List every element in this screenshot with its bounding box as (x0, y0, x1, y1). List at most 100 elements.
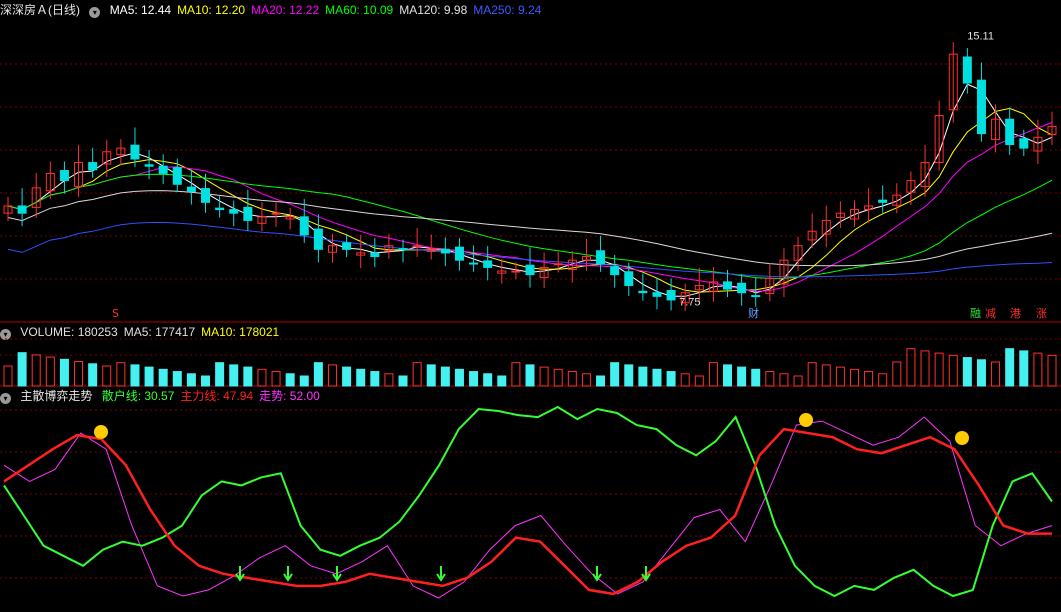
volume-bar (680, 373, 690, 387)
candle-body (962, 56, 972, 84)
volume-bar (581, 373, 591, 387)
event-marker: 港 (1010, 307, 1021, 320)
volume-bar (3, 365, 13, 387)
retail-line (3, 405, 1053, 598)
volume-bar (313, 362, 323, 387)
volume-bar (215, 362, 225, 387)
volume-bar (243, 366, 253, 387)
down-arrow-icon (436, 566, 446, 582)
candle-body (624, 271, 634, 286)
sad-face-icon (955, 431, 969, 445)
volume-bar (821, 364, 831, 387)
candle-body (144, 164, 154, 167)
volume-bar (59, 358, 69, 387)
candle-body (59, 170, 69, 182)
candle-body (172, 167, 182, 185)
volume-bar (906, 348, 916, 387)
volume-bar (412, 362, 422, 387)
volume-bar (469, 371, 479, 387)
volume-bar (765, 371, 775, 387)
stock-chart[interactable]: 15.11 7.75 S 财 融减 港 涨 (0, 0, 1061, 612)
candle-body (737, 282, 747, 294)
volume-bar (948, 354, 958, 387)
volume-bar (807, 362, 817, 387)
candle-body (201, 188, 211, 203)
volume-bar (1019, 350, 1029, 387)
volume-bar (737, 366, 747, 387)
candle-body (1005, 118, 1015, 146)
volume-bar (849, 368, 859, 387)
low-price-label: 7.75 (679, 297, 700, 309)
volume-bar (920, 350, 930, 387)
sad-face-icon (94, 425, 108, 439)
candle-body (299, 216, 309, 236)
volume-bar (793, 375, 803, 387)
candle-body (398, 248, 408, 251)
volume-bar (708, 362, 718, 387)
candle-body (525, 264, 535, 276)
candle-body (469, 262, 479, 265)
volume-bar (878, 373, 888, 387)
volume-bar (88, 363, 98, 387)
volume-bar (553, 368, 563, 387)
volume-bar (257, 368, 267, 387)
volume-bar (172, 371, 182, 387)
candle-body (17, 205, 27, 214)
candle-body (553, 263, 563, 266)
volume-bar (596, 375, 606, 387)
volume-bar (440, 366, 450, 387)
volume-bar (497, 375, 507, 387)
volume-bar (45, 356, 55, 387)
candle-body (596, 250, 606, 265)
volume-bar (539, 366, 549, 387)
candle-body (243, 206, 253, 221)
volume-bar (186, 373, 196, 387)
candle-body (271, 212, 281, 215)
volume-bar (158, 368, 168, 387)
volume-bar (835, 366, 845, 387)
candle-body (723, 281, 733, 290)
volume-bar (1047, 354, 1057, 387)
candle-body (342, 242, 352, 250)
volume-bar (624, 364, 634, 387)
volume-bar (285, 373, 295, 387)
candle-body (130, 144, 140, 160)
volume-bar (130, 364, 140, 387)
volume-bar (384, 373, 394, 387)
candle-body (610, 266, 620, 276)
candle-body (454, 246, 464, 261)
volume-bar (976, 359, 986, 387)
volume-bar (398, 375, 408, 387)
candle-body (511, 270, 521, 273)
candle-body (1019, 138, 1029, 149)
volume-bar (102, 365, 112, 387)
candle-body (483, 260, 493, 268)
candle-body (313, 228, 323, 250)
volume-bar (525, 364, 535, 387)
volume-bar (426, 364, 436, 387)
candle-body (652, 292, 662, 297)
candle-body (229, 209, 239, 214)
volume-bar (991, 361, 1001, 387)
volume-bar (327, 364, 337, 387)
volume-bar (864, 371, 874, 387)
volume-bar (31, 354, 41, 387)
volume-bar (511, 362, 521, 387)
volume-bar (1033, 352, 1043, 387)
volume-bar (299, 375, 309, 387)
event-marker: 融 (970, 307, 981, 320)
candle-body (158, 165, 168, 174)
down-arrow-icon (592, 566, 602, 582)
event-marker: 财 (748, 306, 759, 320)
volume-bar (17, 352, 27, 387)
candle-body (440, 248, 450, 254)
event-marker: 减 (985, 307, 996, 320)
candle-body (412, 245, 422, 248)
volume-bar (116, 362, 126, 387)
volume-bar (229, 364, 239, 387)
volume-bar (356, 368, 366, 387)
candle-body (666, 290, 676, 301)
candle-body (215, 207, 225, 211)
high-price-label: 15.11 (967, 31, 994, 43)
volume-bar (1005, 348, 1015, 387)
